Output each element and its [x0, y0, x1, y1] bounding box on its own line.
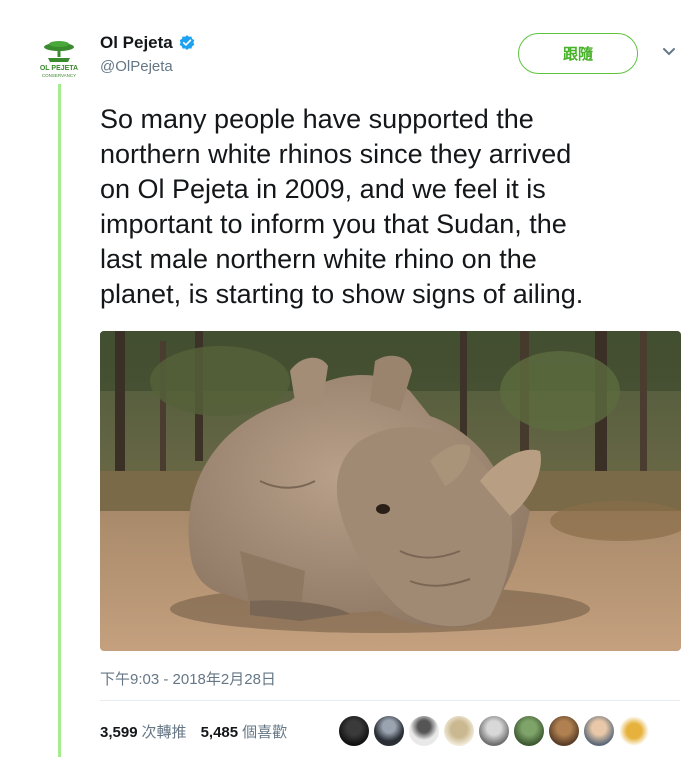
- tweet-text-line: northern white rhinos since they arrived: [100, 139, 572, 169]
- tweet-stats: 3,599 次轉推 5,485 個喜歡: [100, 721, 287, 741]
- likes-stat[interactable]: 5,485 個喜歡: [201, 721, 288, 742]
- liker-avatar[interactable]: [618, 715, 650, 747]
- tweet-text-line: last male northern white rhino on the: [100, 244, 537, 274]
- liker-avatar[interactable]: [548, 715, 580, 747]
- svg-text:CONSERVANCY: CONSERVANCY: [42, 73, 76, 78]
- liker-avatar[interactable]: [338, 715, 370, 747]
- liker-avatar[interactable]: [373, 715, 405, 747]
- tweet-photo[interactable]: [100, 331, 681, 651]
- divider: [100, 700, 680, 701]
- display-name[interactable]: Ol Pejeta: [100, 33, 173, 53]
- likes-count: 5,485: [200, 723, 239, 741]
- rhino-photo-image: [100, 331, 681, 651]
- thread-line: [58, 82, 61, 757]
- follow-button[interactable]: 跟隨: [518, 33, 638, 74]
- liker-avatar[interactable]: [583, 715, 615, 747]
- tweet-timestamp[interactable]: 下午9:03 - 2018年2月28日: [100, 668, 276, 689]
- svg-text:OL PEJETA: OL PEJETA: [40, 65, 78, 72]
- liker-avatar[interactable]: [478, 715, 510, 747]
- tweet-text: So many people have supported the northe…: [100, 102, 690, 312]
- tweet-text-line: important to inform you that Sudan, the: [100, 209, 567, 239]
- liker-avatar[interactable]: [408, 715, 440, 747]
- likes-label: 個喜歡: [242, 723, 288, 741]
- tweet-text-line: on Ol Pejeta in 2009, and we feel it is: [100, 174, 546, 204]
- retweets-label: 次轉推: [141, 723, 187, 741]
- account-handle[interactable]: @OlPejeta: [100, 58, 196, 75]
- liker-avatar[interactable]: [513, 715, 545, 747]
- retweets-stat[interactable]: 3,599 次轉推: [100, 721, 187, 742]
- verified-badge-icon: [179, 35, 195, 50]
- ol-pejeta-logo-icon: OL PEJETA CONSERVANCY: [34, 34, 84, 84]
- tweet-text-line: So many people have supported the: [100, 104, 534, 134]
- liker-avatars: [338, 715, 653, 747]
- liker-avatar[interactable]: [443, 715, 475, 747]
- tweet-text-line: planet, is starting to show signs of ail…: [100, 279, 584, 309]
- tweet-header: Ol Pejeta @OlPejeta: [100, 32, 196, 75]
- account-avatar[interactable]: OL PEJETA CONSERVANCY: [34, 34, 84, 84]
- retweets-count: 3,599: [100, 723, 138, 741]
- chevron-down-icon[interactable]: [661, 46, 677, 58]
